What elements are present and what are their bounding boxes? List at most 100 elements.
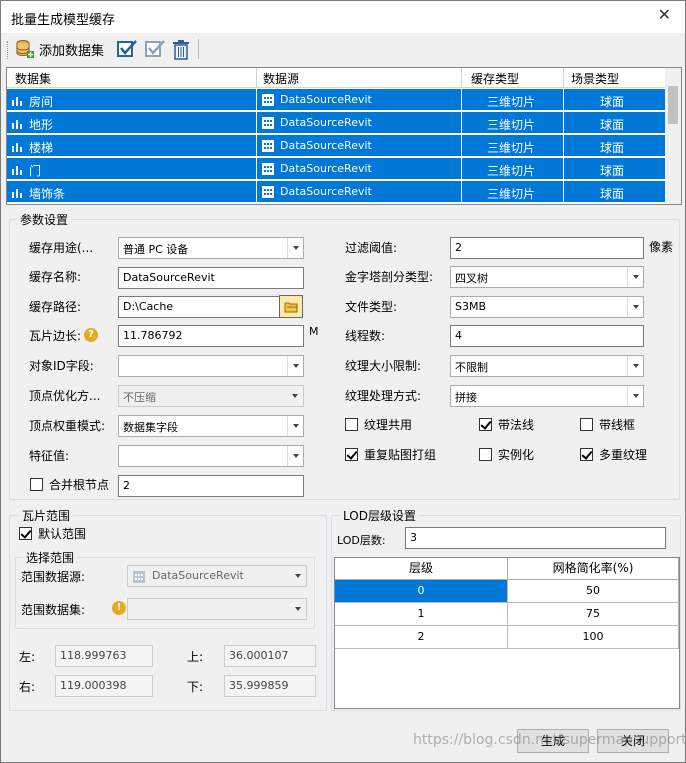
vertex-opt-value: 不压缩 — [123, 391, 156, 404]
usage-label: 缓存用途(... — [29, 241, 94, 255]
cell-cache: 三维切片 — [487, 95, 536, 109]
cache-path-input[interactable]: D:\Cache — [118, 296, 280, 318]
database-add-icon — [16, 40, 34, 58]
tile-range-legend: 瓦片范围 — [19, 507, 74, 524]
chevron-down-icon[interactable] — [287, 446, 303, 466]
scrollbar-thumb[interactable] — [668, 86, 678, 124]
wireframe-checkbox[interactable] — [580, 418, 593, 431]
texproc-label: 纹理处理方式: — [345, 389, 422, 403]
bottom-value: 35.999859 — [224, 675, 316, 697]
table-row[interactable]: 门 DataSourceRevit 三维切片 球面 — [7, 158, 665, 180]
cell-dataset: 房间 — [29, 95, 54, 109]
texproc-select[interactable]: 拼接 — [450, 385, 644, 407]
cache-name-input[interactable]: DataSourceRevit — [118, 267, 304, 289]
texsize-select[interactable]: 不限制 — [450, 355, 644, 377]
select-all-icon[interactable] — [117, 40, 137, 57]
lod-table[interactable]: 层级 网格简化率(%) 0 50 1 75 2 100 — [334, 557, 680, 709]
threads-input[interactable]: 4 — [450, 325, 644, 347]
table-row[interactable]: 墙饰条 DataSourceRevit 三维切片 球面 — [7, 181, 665, 203]
objid-select[interactable] — [118, 355, 304, 377]
invert-select-icon[interactable] — [145, 40, 165, 57]
add-dataset-button[interactable]: 添加数据集 — [15, 39, 104, 59]
cell-scene: 球面 — [600, 164, 625, 178]
cell-source: DataSourceRevit — [280, 93, 372, 106]
range-source-label: 范围数据源: — [21, 570, 86, 584]
datasource-icon — [262, 163, 274, 175]
col-header-cache[interactable]: 缓存类型 — [471, 70, 519, 87]
lod-count-input[interactable]: 3 — [405, 527, 666, 549]
lod-cell-rate[interactable]: 75 — [508, 603, 679, 626]
col-divider[interactable] — [256, 68, 257, 88]
lod-cell-level[interactable]: 0 — [335, 580, 508, 603]
merge-root-checkbox[interactable] — [30, 478, 43, 491]
repack-label: 重复贴图打组 — [364, 448, 437, 462]
cell-divider — [461, 158, 462, 180]
vertex-weight-select[interactable]: 数据集字段 — [118, 415, 304, 437]
lod-col-header-level[interactable]: 层级 — [335, 558, 508, 580]
cell-divider — [461, 181, 462, 203]
cell-scene: 球面 — [600, 95, 625, 109]
lod-col-header-rate[interactable]: 网格简化率(%) — [508, 558, 679, 580]
default-range-checkbox[interactable] — [19, 527, 32, 540]
filetype-value: S3MB — [455, 300, 487, 313]
texshare-checkbox[interactable] — [345, 418, 358, 431]
cell-divider — [256, 89, 257, 111]
tile-size-input[interactable]: 11.786792 — [118, 325, 304, 347]
cell-divider — [461, 112, 462, 134]
merge-root-input[interactable]: 2 — [118, 475, 304, 497]
feature-select[interactable] — [118, 445, 304, 467]
cell-cache: 三维切片 — [487, 118, 536, 132]
repack-checkbox[interactable] — [345, 448, 358, 461]
close-icon[interactable]: ✕ — [658, 5, 671, 24]
chevron-down-icon[interactable] — [627, 386, 643, 406]
feature-label: 特征值: — [29, 449, 70, 463]
filter-input[interactable]: 2 — [450, 237, 644, 259]
right-label: 右: — [19, 680, 36, 694]
chevron-down-icon[interactable] — [627, 297, 643, 317]
chevron-down-icon[interactable] — [627, 356, 643, 376]
usage-select[interactable]: 普通 PC 设备 — [118, 237, 304, 259]
multitex-label: 多重纹理 — [599, 448, 648, 462]
multitex-checkbox[interactable] — [580, 448, 593, 461]
col-header-scene[interactable]: 场景类型 — [571, 70, 619, 87]
vertex-weight-value: 数据集字段 — [123, 421, 178, 434]
table-row[interactable]: 地形 DataSourceRevit 三维切片 球面 — [7, 112, 665, 134]
filter-label: 过滤阈值: — [345, 241, 398, 255]
chevron-down-icon[interactable] — [287, 416, 303, 436]
instance-checkbox[interactable] — [479, 448, 492, 461]
cell-dataset: 楼梯 — [29, 141, 54, 155]
pyramid-select[interactable]: 四叉树 — [450, 266, 644, 288]
col-divider[interactable] — [461, 68, 462, 88]
col-header-dataset[interactable]: 数据集 — [15, 70, 51, 87]
col-header-source[interactable]: 数据源 — [263, 70, 299, 87]
range-dataset-label: 范围数据集: — [21, 603, 86, 617]
grid-scrollbar[interactable] — [665, 68, 681, 204]
lod-cell-rate[interactable]: 100 — [508, 626, 679, 649]
browse-folder-button[interactable] — [279, 295, 303, 318]
left-value: 118.999763 — [55, 645, 153, 667]
filetype-select[interactable]: S3MB — [450, 296, 644, 318]
cell-source: DataSourceRevit — [280, 139, 372, 152]
range-source-select: DataSourceRevit — [127, 565, 307, 587]
datasource-icon — [262, 117, 274, 129]
cell-divider — [256, 158, 257, 180]
add-dataset-label: 添加数据集 — [39, 43, 105, 59]
delete-icon[interactable] — [172, 40, 190, 60]
chevron-down-icon[interactable] — [627, 267, 643, 287]
dataset-bar-icon — [12, 166, 22, 175]
normal-checkbox[interactable] — [479, 418, 492, 431]
dataset-grid[interactable]: 数据集 数据源 缓存类型 场景类型 房间 DataSourceRevit 三维切… — [6, 67, 682, 205]
cell-divider — [563, 158, 564, 180]
grid-header: 数据集 数据源 缓存类型 场景类型 — [7, 68, 665, 88]
col-divider[interactable] — [563, 68, 564, 88]
table-row[interactable]: 楼梯 DataSourceRevit 三维切片 球面 — [7, 135, 665, 157]
table-row[interactable]: 房间 DataSourceRevit 三维切片 球面 — [7, 89, 665, 111]
cell-cache: 三维切片 — [487, 164, 536, 178]
chevron-down-icon[interactable] — [287, 356, 303, 376]
lod-cell-level[interactable]: 1 — [335, 603, 508, 626]
help-icon[interactable]: ? — [84, 328, 98, 342]
chevron-down-icon[interactable] — [287, 238, 303, 258]
lod-cell-level[interactable]: 2 — [335, 626, 508, 649]
lod-cell-rate[interactable]: 50 — [508, 580, 679, 603]
vertex-weight-label: 顶点权重模式: — [29, 419, 106, 433]
